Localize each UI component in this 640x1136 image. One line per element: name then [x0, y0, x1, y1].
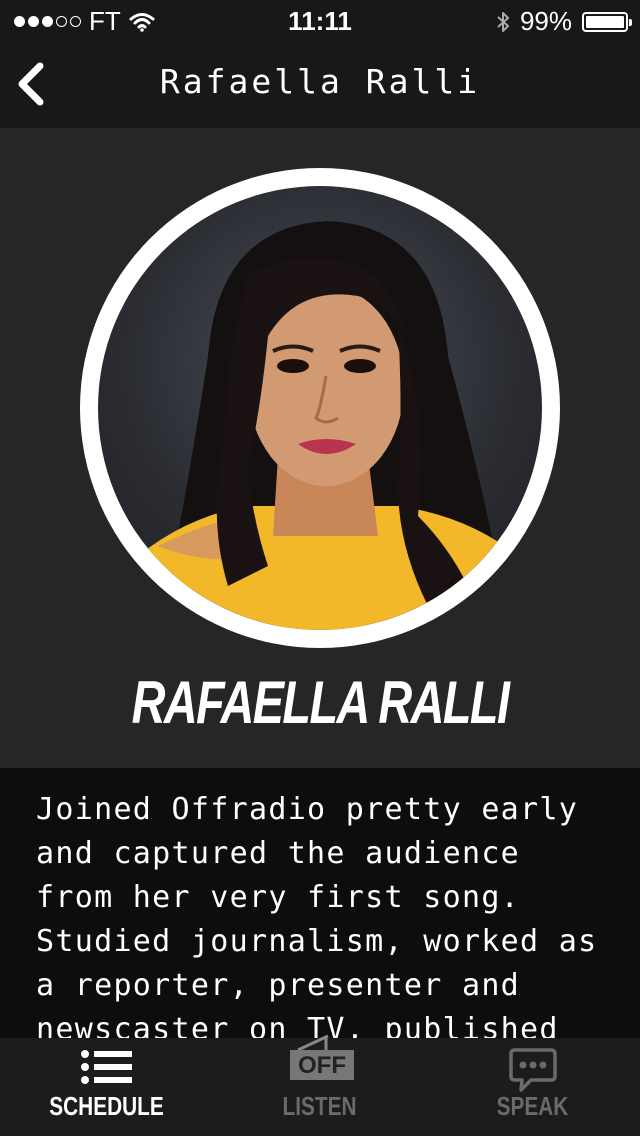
tab-schedule-label: SCHEDULE [49, 1091, 164, 1121]
status-bar: FT 11:11 99% [0, 0, 640, 40]
battery-icon [582, 11, 632, 32]
list-icon [80, 1050, 132, 1084]
profile-name: RAFAELLA RALLI [131, 669, 510, 736]
profile-section: RAFAELLA RALLI [0, 128, 640, 768]
tab-speak-label: SPEAK [496, 1091, 569, 1121]
bio-section[interactable]: Joined Offradio pretty early and capture… [0, 768, 640, 1038]
chat-bubble-icon [508, 1048, 557, 1092]
avatar [98, 186, 542, 630]
radio-off-icon: OFF [289, 1034, 354, 1080]
tab-speak[interactable]: SPEAK [426, 1038, 639, 1136]
tab-listen-label: LISTEN [282, 1091, 357, 1121]
profile-photo [98, 221, 542, 630]
tab-listen[interactable]: OFF LISTEN [213, 1034, 426, 1136]
avatar-frame [80, 168, 560, 648]
bio-text: Joined Offradio pretty early and capture… [36, 792, 598, 1038]
page-title: Rafaella Ralli [159, 62, 481, 101]
radio-off-badge: OFF [298, 1052, 346, 1079]
tab-schedule[interactable]: SCHEDULE [0, 1038, 213, 1136]
bluetooth-icon [497, 11, 509, 32]
tab-bar: SCHEDULE OFF LISTEN SPEAK [0, 1034, 640, 1136]
battery-percent: 99% [519, 6, 572, 36]
navigation-bar: Rafaella Ralli [0, 40, 640, 128]
